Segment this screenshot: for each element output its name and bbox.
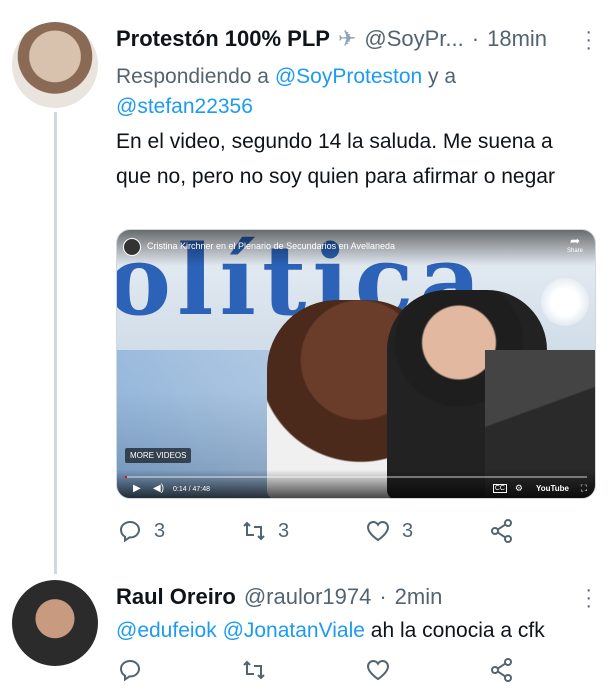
reply-button[interactable]: 3: [116, 517, 165, 545]
separator-dot: ·: [379, 584, 387, 609]
gear-icon[interactable]: ⚙: [515, 483, 523, 494]
display-name[interactable]: Raul Oreiro: [116, 584, 236, 610]
retweet-button[interactable]: [240, 656, 268, 684]
captions-icon[interactable]: CC: [492, 484, 507, 493]
avatar[interactable]: [12, 22, 98, 108]
studio-light: [541, 278, 589, 326]
video-title[interactable]: Cristina Kirchner en el Plenario de Secu…: [147, 241, 395, 251]
tweet-actions: [116, 656, 516, 686]
play-icon[interactable]: ▶: [133, 483, 141, 494]
share-button[interactable]: [488, 656, 516, 684]
user-handle[interactable]: @SoyPr...: [364, 26, 463, 52]
reply-icon: [116, 656, 144, 684]
mention-link[interactable]: @SoyProteston: [275, 65, 422, 88]
replying-to: Respondiendo a @SoyProteston y a @stefan…: [116, 62, 576, 122]
tweet-header: Raul Oreiro @raulor1974 · 2min: [116, 584, 442, 610]
like-button[interactable]: [364, 656, 392, 684]
fullscreen-icon[interactable]: ⛶: [581, 483, 587, 494]
tweet-reply[interactable]: Raul Oreiro @raulor1974 · 2min · · · @eduf…: [0, 572, 610, 696]
timestamp[interactable]: 18min: [487, 26, 547, 52]
retweet-count: 3: [278, 519, 290, 542]
tweet-body: ah la conocia a cfk: [370, 619, 545, 642]
share-button[interactable]: [488, 517, 516, 545]
channel-avatar[interactable]: [123, 238, 141, 256]
reply-count: 3: [154, 519, 166, 542]
video-time: 0:14 / 47:48: [173, 486, 210, 493]
retweet-button[interactable]: 3: [240, 517, 289, 545]
like-button[interactable]: 3: [364, 517, 413, 545]
share-icon: [488, 517, 516, 545]
tweet-actions: 3 3 3: [116, 517, 516, 547]
share-label: Share: [566, 248, 583, 254]
replying-and: y a: [428, 65, 457, 88]
volume-icon[interactable]: ◀): [153, 483, 164, 494]
replying-prefix: Respondiendo a: [116, 65, 269, 88]
tweet-protest[interactable]: Protestón 100% PLP ✈ @SoyPr... · 18min ·…: [0, 0, 610, 574]
avatar[interactable]: [12, 580, 98, 666]
user-handle[interactable]: @raulor1974: [244, 584, 372, 610]
more-videos-button[interactable]: MORE VIDEOS: [125, 448, 192, 463]
thread-line: [54, 112, 57, 574]
airplane-icon: ✈: [337, 26, 357, 51]
display-name[interactable]: Protestón 100% PLP: [116, 26, 330, 52]
mention-link[interactable]: @stefan22356: [116, 95, 253, 118]
progress-bar[interactable]: [125, 476, 587, 478]
heart-icon: [364, 656, 392, 684]
heart-icon: [364, 517, 392, 545]
more-options-icon[interactable]: · · ·: [585, 580, 592, 616]
progress-fill: [125, 476, 128, 478]
video-controls: [117, 470, 595, 498]
more-options-icon[interactable]: · · ·: [585, 22, 592, 58]
tweet-text: @edufeiok @JonatanViale ah la conocia a …: [116, 616, 545, 646]
mention-link[interactable]: @JonatanViale: [223, 619, 365, 642]
tweet-header: Protestón 100% PLP ✈ @SoyPr... · 18min: [116, 26, 547, 52]
timestamp[interactable]: 2min: [395, 584, 443, 610]
share-icon: [488, 656, 516, 684]
separator-dot: ·: [471, 26, 480, 51]
reply-icon: [116, 517, 144, 545]
tweet-text: En el video, segundo 14 la saluda. Me su…: [116, 130, 555, 188]
share-icon[interactable]: ➦ Share: [566, 235, 583, 256]
youtube-logo[interactable]: YouTube: [536, 484, 569, 493]
retweet-icon: [240, 656, 268, 684]
mention-link[interactable]: @edufeiok: [116, 619, 217, 642]
retweet-icon: [240, 517, 268, 545]
video-embed[interactable]: olítica Cristina Kirchner en el Plenario…: [116, 229, 596, 499]
like-count: 3: [402, 519, 414, 542]
reply-button[interactable]: [116, 656, 144, 684]
